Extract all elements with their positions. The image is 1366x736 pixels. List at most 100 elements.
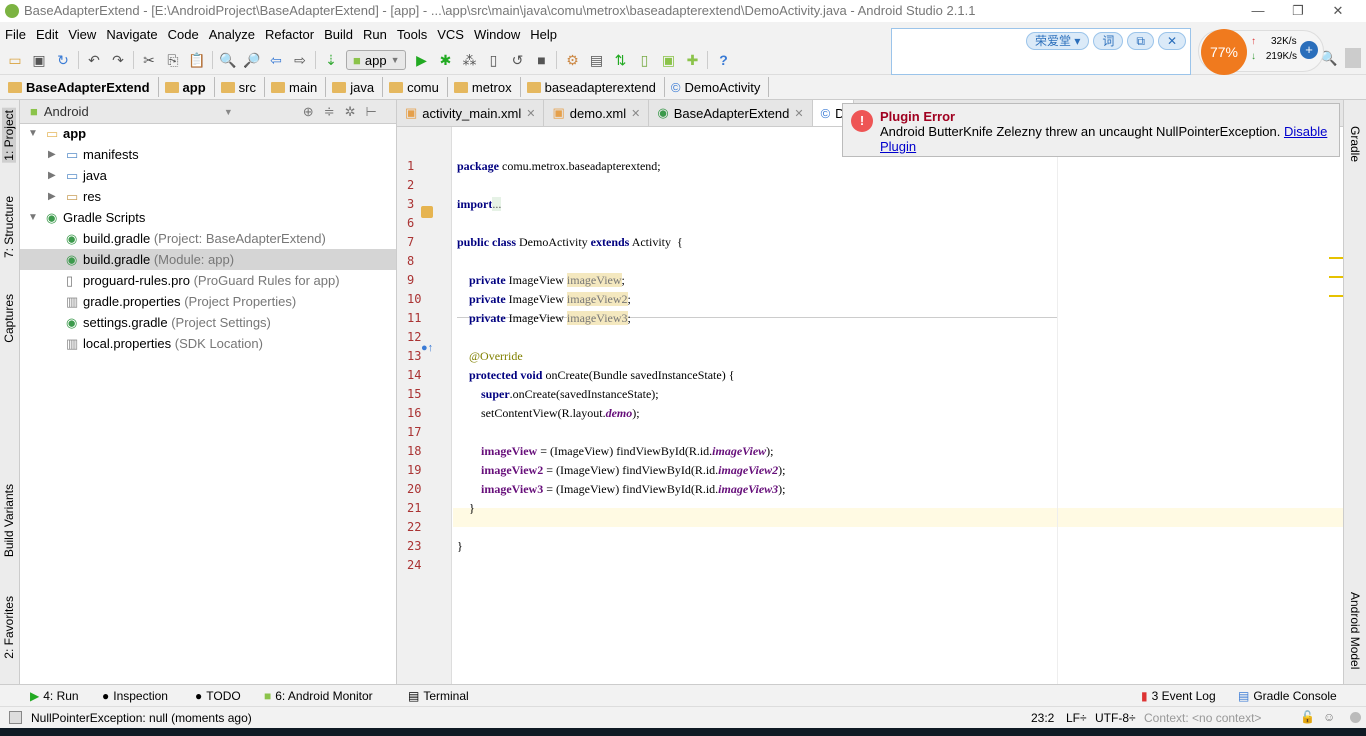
open-icon[interactable]: ▭ (6, 51, 24, 69)
close-tab-icon[interactable]: ✕ (526, 107, 535, 120)
run-icon[interactable]: ▶ (412, 51, 430, 69)
find-icon[interactable]: 🔍 (219, 51, 237, 69)
debug-icon[interactable]: ✱ (436, 51, 454, 69)
add-icon[interactable]: + (1300, 41, 1318, 59)
tool-window-android-model[interactable]: Android Model (1348, 592, 1362, 669)
tool-window-android-monitor[interactable]: ■ 6: Android Monitor (264, 689, 373, 703)
editor-tab[interactable]: ▣ activity_main.xml ✕ (397, 100, 545, 126)
breadcrumb-item[interactable]: comu (389, 77, 448, 97)
run-config-dropdown[interactable]: ■ app ▼ (346, 50, 407, 70)
expanded-arrow-icon[interactable]: ▼ (28, 207, 38, 228)
breadcrumb-item[interactable]: metrox (453, 77, 521, 97)
project-view-select[interactable]: Android (44, 104, 224, 119)
stop-icon[interactable]: ■ (532, 51, 550, 69)
lock-icon[interactable]: 🔓 (1300, 710, 1315, 724)
tree-item[interactable]: ▥ local.properties (SDK Location) (20, 333, 396, 354)
gradle-sync-icon[interactable]: ⇅ (611, 51, 629, 69)
tree-item[interactable]: ▯ proguard-rules.pro (ProGuard Rules for … (20, 270, 396, 291)
close-button[interactable]: ✕ (1318, 0, 1358, 22)
menu-view[interactable]: View (68, 27, 96, 42)
tool-window-todo[interactable]: ● TODO (195, 689, 241, 703)
class-gutter-icon[interactable] (421, 206, 433, 218)
forward-icon[interactable]: ⇨ (291, 51, 309, 69)
undo-icon[interactable]: ↶ (85, 51, 103, 69)
tool-window-favorites[interactable]: 2: Favorites (2, 596, 16, 659)
breadcrumb-item[interactable]: baseadapterextend (526, 77, 665, 97)
tree-item[interactable]: ◉ settings.gradle (Project Settings) (20, 312, 396, 333)
project-structure-icon[interactable]: ⚙ (563, 51, 581, 69)
scroll-from-source-icon[interactable]: ⊕ (303, 104, 314, 120)
override-gutter-icon[interactable]: ●↑ (421, 342, 433, 354)
caret-position[interactable]: 23:2 (1031, 711, 1054, 725)
menu-file[interactable]: File (5, 27, 26, 42)
collapse-all-icon[interactable]: ≑ (324, 104, 335, 120)
tool-window-event-log[interactable]: ▮ 3 Event Log (1141, 689, 1216, 703)
copy-icon[interactable]: ⎘ (164, 51, 182, 69)
tree-item[interactable]: ▥ gradle.properties (Project Properties) (20, 291, 396, 312)
menu-edit[interactable]: Edit (36, 27, 58, 42)
menu-refactor[interactable]: Refactor (265, 27, 314, 42)
user-avatar-icon[interactable] (1345, 48, 1361, 68)
menu-analyze[interactable]: Analyze (209, 27, 255, 42)
menu-window[interactable]: Window (474, 27, 520, 42)
tree-item[interactable]: ◉ build.gradle (Module: app) (20, 249, 396, 270)
tool-window-gradle[interactable]: Gradle (1348, 126, 1362, 162)
replace-icon[interactable]: 🔎 (243, 51, 261, 69)
line-separator[interactable]: LF÷ (1066, 711, 1087, 725)
tool-window-project[interactable]: 1: Project (2, 108, 16, 163)
close-tab-icon[interactable]: ✕ (631, 107, 640, 120)
breadcrumb-item[interactable]: main (271, 77, 327, 97)
tool-window-captures[interactable]: Captures (2, 294, 16, 343)
editor-tab[interactable]: ▣ demo.xml ✕ (544, 100, 650, 126)
restore-button[interactable]: ❐ (1278, 0, 1318, 22)
menu-build[interactable]: Build (324, 27, 353, 42)
inspector-icon[interactable]: ☺ (1323, 710, 1335, 724)
expanded-arrow-icon[interactable]: ▼ (28, 123, 38, 144)
menu-code[interactable]: Code (168, 27, 199, 42)
tool-window-inspection[interactable]: ● Inspection (102, 689, 168, 703)
breadcrumb-item[interactable]: © DemoActivity (671, 77, 770, 97)
tool-window-terminal[interactable]: ▤ Terminal (408, 689, 469, 703)
error-stripe-mark[interactable] (1329, 257, 1343, 259)
ime-copy-button[interactable]: ⧉ (1127, 32, 1154, 50)
tree-item[interactable]: ▼ ▭ app (20, 123, 396, 144)
breadcrumb-item[interactable]: src (220, 77, 266, 97)
chevron-down-icon[interactable]: ▼ (224, 107, 233, 117)
tool-window-run[interactable]: ▶ 4: Run (30, 689, 79, 703)
breadcrumb-item[interactable]: app (164, 77, 215, 97)
error-stripe-mark[interactable] (1329, 276, 1343, 278)
tree-item[interactable]: ▶ ▭ manifests (20, 144, 396, 165)
tool-window-build-variants[interactable]: Build Variants (2, 484, 16, 557)
tool-window-gradle-console[interactable]: ▤ Gradle Console (1238, 689, 1337, 703)
status-message[interactable]: NullPointerException: null (moments ago) (31, 711, 252, 725)
editor-tab[interactable]: ◉ BaseAdapterExtend ✕ (649, 100, 813, 126)
menu-navigate[interactable]: Navigate (106, 27, 157, 42)
help-icon[interactable]: ? (714, 51, 732, 69)
menu-vcs[interactable]: VCS (437, 27, 464, 42)
file-encoding[interactable]: UTF-8÷ (1095, 711, 1136, 725)
tree-item[interactable]: ▶ ▭ java (20, 165, 396, 186)
ime-word-button[interactable]: 词 (1093, 32, 1124, 50)
memory-percent[interactable]: 77% (1201, 29, 1247, 75)
sync-icon[interactable]: ↻ (54, 51, 72, 69)
toggle-tool-buttons-icon[interactable] (9, 711, 22, 724)
android-device-monitor-icon[interactable]: ▣ (659, 51, 677, 69)
sdk-manager-icon[interactable]: ▤ (587, 51, 605, 69)
tree-item[interactable]: ◉ build.gradle (Project: BaseAdapterExten… (20, 228, 396, 249)
close-tab-icon[interactable]: ✕ (794, 107, 803, 120)
tree-item[interactable]: ▼ ◉ Gradle Scripts (20, 207, 396, 228)
collapsed-arrow-icon[interactable]: ▶ (48, 186, 56, 207)
back-icon[interactable]: ⇦ (267, 51, 285, 69)
error-stripe-mark[interactable] (1329, 295, 1343, 297)
ime-close-button[interactable]: ✕ (1157, 32, 1186, 50)
ime-name-button[interactable]: 荣爱堂 ▾ (1025, 32, 1090, 50)
menu-help[interactable]: Help (530, 27, 557, 42)
make-project-icon[interactable]: ⇣ (322, 51, 340, 69)
redo-icon[interactable]: ↷ (109, 51, 127, 69)
collapsed-arrow-icon[interactable]: ▶ (48, 144, 56, 165)
tree-item[interactable]: ▶ ▭ res (20, 186, 396, 207)
avd-manager-icon[interactable]: ▯ (635, 51, 653, 69)
menu-run[interactable]: Run (363, 27, 387, 42)
breadcrumb-item[interactable]: java (332, 77, 384, 97)
gear-icon[interactable]: ✲ (345, 104, 356, 120)
